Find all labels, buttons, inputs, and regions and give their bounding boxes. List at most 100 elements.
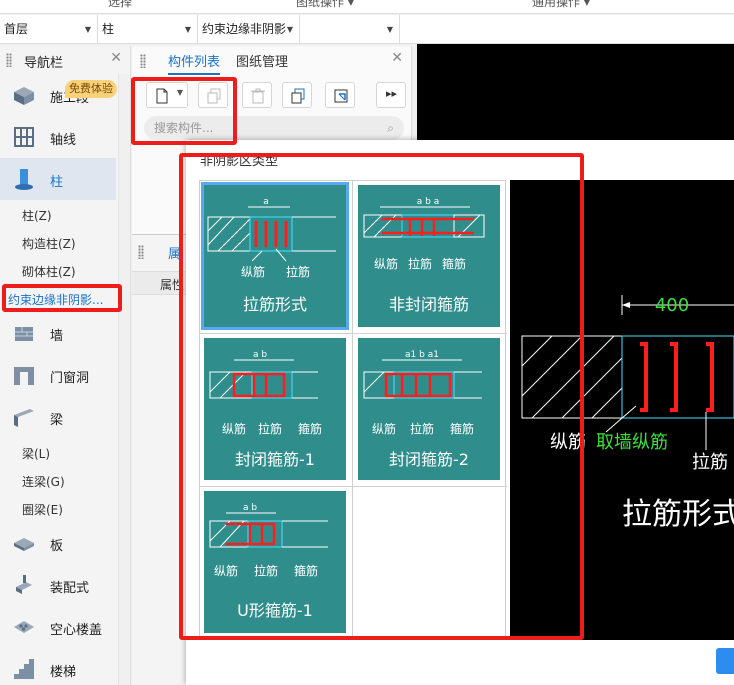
ribbon-label-drawing-ops[interactable]: 图纸操作 ▾ bbox=[296, 0, 354, 10]
close-icon[interactable]: ✕ bbox=[110, 50, 122, 66]
type-option-grid: a 纵筋 拉筋 拉筋形式 a b a 纵筋 拉筋 箍筋 非封闭箍筋 a b 纵筋… bbox=[199, 180, 507, 639]
sub-item-beam-l[interactable]: 梁(L) bbox=[22, 445, 50, 462]
ribbon-label-common-ops[interactable]: 通用操作 ▾ bbox=[532, 0, 590, 10]
axis-icon bbox=[14, 127, 34, 147]
nav-item-stairs[interactable]: 楼梯 bbox=[0, 648, 116, 685]
option-caption: 封闭箍筋-1 bbox=[235, 450, 315, 469]
dimension-label: a b bbox=[243, 503, 257, 513]
dimension-label: a bbox=[263, 197, 269, 207]
chevron-down-icon: ▼ bbox=[286, 25, 293, 34]
option-caption: U形箍筋-1 bbox=[237, 601, 313, 620]
new-file-icon bbox=[156, 88, 168, 104]
floor-select[interactable]: 首层 ▼ bbox=[0, 15, 98, 44]
app-window: 选择 图纸操作 ▾ 通用操作 ▾ 首层 ▼ 柱 ▼ 约束边缘非阴影 ▼ ▼ 导航… bbox=[0, 0, 734, 685]
type-option-closed-stirrup-2[interactable]: a1 b a1 纵筋 拉筋 箍筋 封闭箍筋-2 bbox=[358, 338, 500, 480]
free-trial-badge[interactable]: 免费体验 bbox=[65, 80, 117, 98]
tab-properties[interactable]: 属 bbox=[168, 243, 181, 262]
expand-toolbar-button[interactable]: ▸▸ bbox=[376, 82, 406, 108]
floor-select-value: 首层 bbox=[4, 22, 29, 36]
search-icon[interactable]: ⌕ bbox=[387, 116, 394, 140]
longitudinal-bar-label: 纵筋 bbox=[372, 421, 396, 436]
extra-select[interactable]: ▼ bbox=[300, 15, 400, 44]
nav-item-beam[interactable]: 梁 bbox=[0, 396, 116, 438]
dimension-label: a b bbox=[253, 350, 267, 360]
navigation-panel: 导航栏 ✕ 施工段 免费体验 轴线 柱 柱(Z) 构造柱(Z) 砌体柱(Z) 约… bbox=[0, 46, 131, 685]
nav-scrollbar[interactable] bbox=[118, 74, 130, 685]
nav-item-label: 门窗洞 bbox=[50, 371, 90, 386]
nav-item-label: 墙 bbox=[50, 329, 64, 344]
sub-item-column-z[interactable]: 柱(Z) bbox=[22, 207, 52, 224]
layer-copy-button[interactable] bbox=[282, 82, 312, 108]
tie-bar-label: 拉筋 bbox=[410, 421, 434, 436]
nav-item-door-window[interactable]: 门窗洞 bbox=[0, 354, 116, 396]
prefab-icon bbox=[16, 575, 32, 594]
nav-item-label: 柱 bbox=[50, 175, 64, 190]
type-option-tie-form[interactable]: a 纵筋 拉筋 拉筋形式 bbox=[201, 182, 349, 330]
nav-item-label: 楼梯 bbox=[50, 665, 77, 680]
preview-pane: 400 纵筋 取墙纵筋 拉筋 拉筋形式 bbox=[510, 180, 734, 640]
sub-item-structural-column[interactable]: 构造柱(Z) bbox=[22, 235, 76, 252]
nav-item-hollow-floor[interactable]: 空心楼盖 bbox=[0, 606, 116, 648]
longitudinal-bar-label: 纵筋 bbox=[241, 264, 265, 279]
non-shadow-type-dialog: 非阴影区类型 a 纵筋 拉筋 拉筋形式 a b a 纵筋 拉筋 箍筋 非封闭箍筋… bbox=[186, 140, 734, 685]
sub-item-coupling-beam[interactable]: 连梁(G) bbox=[22, 473, 65, 490]
copy-component-button[interactable] bbox=[198, 82, 228, 108]
preview-dimension: 400 bbox=[655, 295, 689, 316]
open-stirrup-diagram: a b a 纵筋 拉筋 箍筋 bbox=[363, 197, 485, 271]
longitudinal-bar-label: 纵筋 bbox=[222, 421, 246, 436]
type-option-closed-stirrup-1[interactable]: a b 纵筋 拉筋 箍筋 封闭箍筋-1 bbox=[204, 338, 346, 480]
drawing-canvas[interactable] bbox=[417, 44, 734, 144]
option-caption: 拉筋形式 bbox=[242, 295, 307, 314]
sub-item-masonry-column[interactable]: 砌体柱(Z) bbox=[22, 263, 76, 280]
tab-component-list[interactable]: 构件列表 bbox=[168, 51, 221, 75]
nav-item-column[interactable]: 柱 bbox=[0, 158, 116, 200]
sub-item-ring-beam[interactable]: 圈梁(E) bbox=[22, 501, 63, 518]
confirm-button[interactable] bbox=[716, 648, 734, 674]
hollow-floor-icon bbox=[14, 621, 34, 633]
drag-grip-icon[interactable] bbox=[6, 53, 12, 67]
nav-item-wall[interactable]: 墙 bbox=[0, 312, 116, 354]
option-caption: 非封闭箍筋 bbox=[388, 295, 469, 314]
slab-icon bbox=[14, 538, 34, 551]
delete-component-button[interactable] bbox=[242, 82, 272, 108]
selector-bar: 首层 ▼ 柱 ▼ 约束边缘非阴影 ▼ ▼ bbox=[0, 15, 734, 44]
ribbon-label-select[interactable]: 选择 bbox=[108, 0, 132, 10]
category-select-value: 柱 bbox=[102, 22, 115, 36]
import-component-button[interactable] bbox=[325, 82, 355, 108]
type-select-value: 约束边缘非阴影 bbox=[202, 22, 287, 36]
type-select[interactable]: 约束边缘非阴影 ▼ bbox=[198, 15, 300, 44]
new-component-button[interactable]: ▼ bbox=[146, 82, 188, 108]
nav-item-prefab[interactable]: 装配式 bbox=[0, 564, 116, 606]
beam-icon bbox=[14, 409, 34, 427]
type-option-open-stirrup[interactable]: a b a 纵筋 拉筋 箍筋 非封闭箍筋 bbox=[358, 185, 500, 327]
search-input[interactable]: 搜索构件... ⌕ bbox=[144, 116, 404, 140]
tab-drawing-management[interactable]: 图纸管理 bbox=[236, 51, 288, 70]
stirrup-label: 箍筋 bbox=[450, 421, 474, 436]
drag-grip-icon[interactable] bbox=[140, 54, 146, 68]
nav-item-slab[interactable]: 板 bbox=[0, 522, 116, 564]
stairs-icon bbox=[14, 659, 34, 679]
chevron-down-icon: ▼ bbox=[386, 25, 393, 34]
dimension-label: a1 b a1 bbox=[405, 350, 439, 360]
nav-item-label: 空心楼盖 bbox=[50, 623, 103, 638]
longitudinal-bar-label: 纵筋 bbox=[214, 563, 238, 578]
grid-divider bbox=[200, 486, 507, 487]
type-option-u-stirrup-1[interactable]: a b 纵筋 拉筋 箍筋 U形箍筋-1 bbox=[204, 491, 346, 633]
column-icon bbox=[15, 169, 33, 190]
grid-divider bbox=[200, 333, 507, 334]
layers-copy-icon bbox=[291, 88, 305, 104]
tie-bar-label: 拉筋 bbox=[286, 264, 310, 279]
chevron-down-icon: ▼ bbox=[176, 88, 183, 97]
search-placeholder: 搜索构件... bbox=[154, 121, 214, 135]
preview-caption: 拉筋形式 bbox=[622, 497, 734, 532]
category-select[interactable]: 柱 ▼ bbox=[98, 15, 198, 44]
close-icon[interactable]: ✕ bbox=[391, 50, 403, 66]
stirrup-label: 箍筋 bbox=[298, 421, 322, 436]
tie-bar-label: 拉筋 bbox=[258, 421, 282, 436]
drag-grip-icon[interactable] bbox=[138, 245, 144, 259]
nav-item-label: 轴线 bbox=[50, 133, 77, 148]
stirrup-label: 箍筋 bbox=[294, 563, 318, 578]
sub-item-constraint-edge-non-shadow[interactable]: 约束边缘非阴影... bbox=[8, 291, 103, 308]
nav-item-axis[interactable]: 轴线 bbox=[0, 116, 116, 158]
preview-longitudinal-label: 纵筋 bbox=[550, 432, 586, 453]
